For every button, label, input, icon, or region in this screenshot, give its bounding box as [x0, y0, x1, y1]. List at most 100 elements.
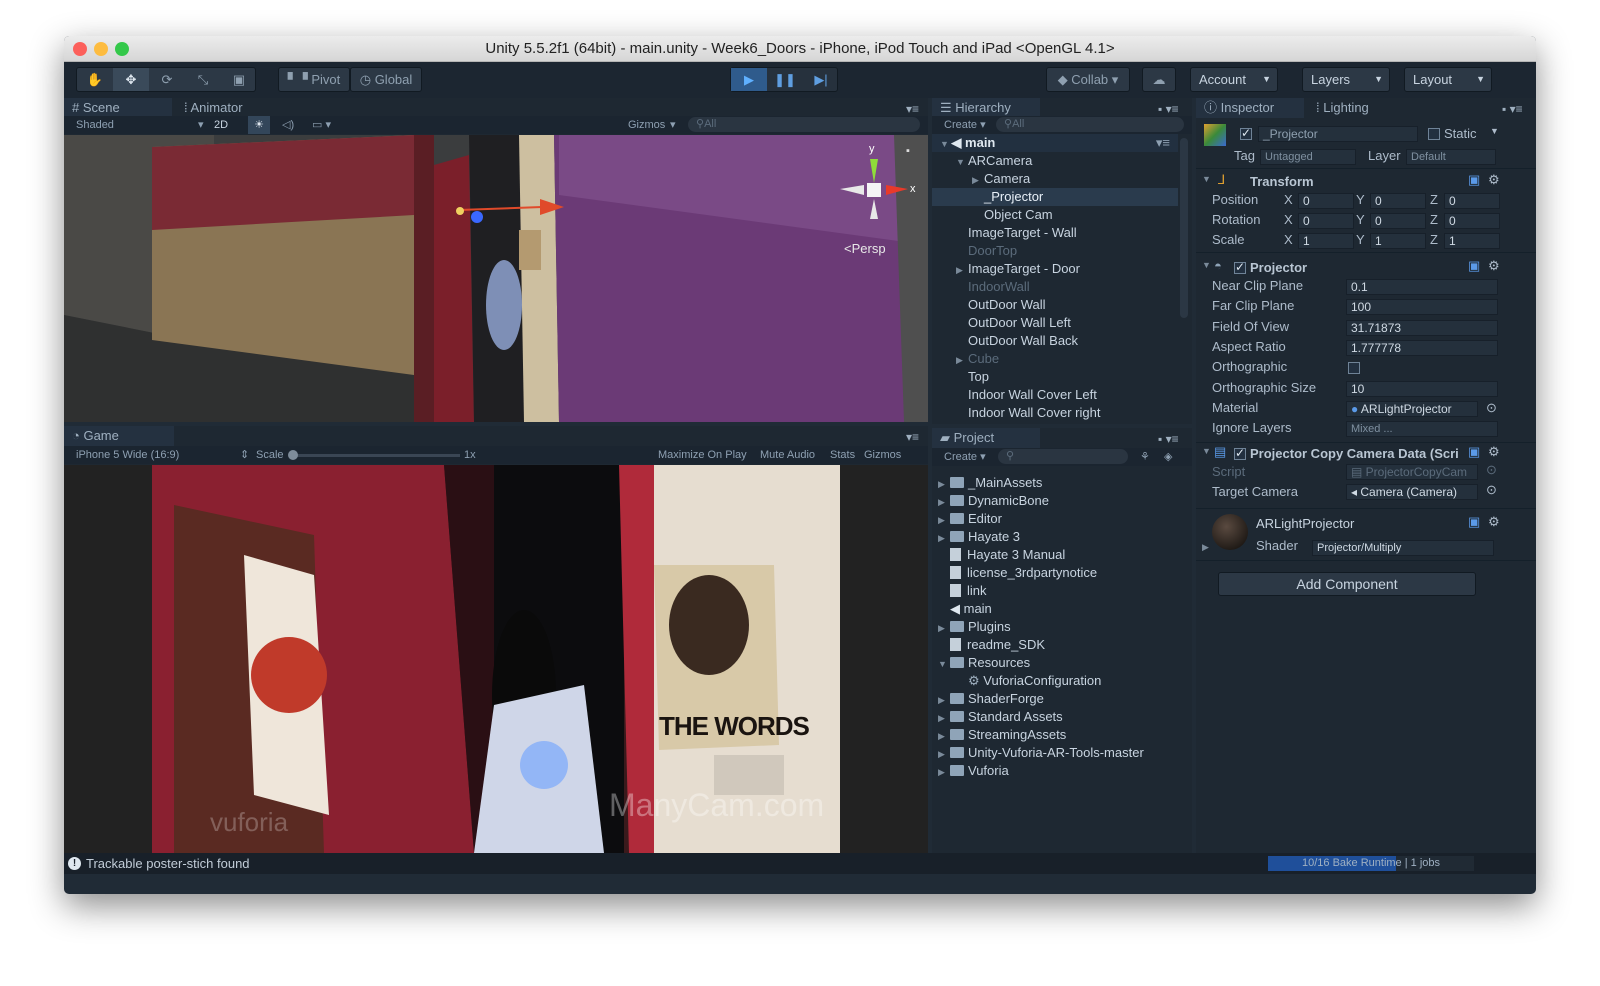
hierarchy-item[interactable]: ▶ Camera	[932, 170, 1178, 188]
project-item[interactable]: ▶ Vuforia	[932, 762, 1009, 780]
gear-icon[interactable]: ⚙	[1488, 172, 1500, 188]
projector-field-input[interactable]: Mixed ...	[1346, 421, 1498, 438]
hierarchy-scrollbar[interactable]	[1180, 138, 1188, 318]
transform-position-x-field[interactable]: 0	[1298, 193, 1354, 209]
scene-viewport[interactable]: y x <Persp ▪	[64, 135, 928, 422]
chevron-right-icon[interactable]: ▶	[956, 261, 968, 279]
chevron-right-icon[interactable]: ▶	[956, 351, 968, 369]
hierarchy-item[interactable]: Indoor Wall Cover Left	[932, 386, 1178, 404]
hierarchy-item[interactable]: ▶ Cube	[932, 350, 1178, 368]
help-icon[interactable]: ▣	[1468, 172, 1480, 188]
project-item[interactable]: ▶ Unity-Vuforia-AR-Tools-master	[932, 744, 1144, 762]
lock-icon[interactable]: ▪	[906, 145, 910, 157]
tab-hierarchy[interactable]: ☰ Hierarchy	[932, 98, 1040, 118]
chevron-down-icon[interactable]: ▼	[956, 153, 968, 171]
chevron-right-icon[interactable]: ▶	[972, 171, 984, 189]
scene-search[interactable]: ⚲All	[688, 117, 920, 132]
gear-icon[interactable]: ⚙	[1488, 444, 1500, 460]
orthographic-checkbox[interactable]	[1348, 362, 1360, 375]
transform-rotation-z-field[interactable]: 0	[1444, 213, 1500, 229]
hierarchy-item[interactable]: Object Cam	[932, 206, 1178, 224]
chevron-right-icon[interactable]: ▶	[938, 511, 950, 529]
project-item[interactable]: ▶ Plugins	[932, 618, 1011, 636]
chevron-right-icon[interactable]: ▶	[1202, 542, 1209, 553]
hierarchy-item[interactable]: ImageTarget - Wall	[932, 224, 1178, 242]
layout-dropdown[interactable]: Layout ▼	[1404, 67, 1492, 92]
close-icon[interactable]	[73, 42, 87, 56]
projector-enabled-checkbox[interactable]	[1234, 260, 1246, 274]
lock-icon[interactable]: ▪ ▾≡	[1158, 102, 1179, 116]
help-icon[interactable]: ▣	[1468, 444, 1480, 460]
tab-lighting[interactable]: ⁞ Lighting	[1308, 98, 1408, 118]
hierarchy-item[interactable]: OutDoor Wall Back	[932, 332, 1178, 350]
hierarchy-item[interactable]: DoorTop	[932, 242, 1178, 260]
chevron-right-icon[interactable]: ▶	[938, 727, 950, 745]
project-item[interactable]: ▶ _MainAssets	[932, 474, 1042, 492]
material-picker-icon[interactable]: ⊙	[1486, 400, 1497, 416]
chevron-right-icon[interactable]: ▶	[938, 475, 950, 493]
project-item[interactable]: ▶ DynamicBone	[932, 492, 1049, 510]
target-picker-icon[interactable]: ⊙	[1486, 462, 1497, 478]
project-item[interactable]: ▶ StreamingAssets	[932, 726, 1066, 744]
scene-menu-icon[interactable]: ▾≡	[1156, 134, 1170, 152]
project-create-button[interactable]: Create ▾	[944, 448, 986, 466]
lock-icon[interactable]: ▪ ▾≡	[1502, 102, 1523, 116]
cloud-button[interactable]: ☁	[1142, 67, 1176, 92]
game-viewport[interactable]: THE WORDS ManyCam.com vuforia	[64, 465, 928, 853]
project-item[interactable]: license_3rdpartynotice	[932, 564, 1097, 582]
filter-type-icon[interactable]: ⚘	[1140, 448, 1150, 466]
add-component-button[interactable]: Add Component	[1218, 572, 1476, 596]
maximize-on-play-toggle[interactable]: Maximize On Play	[658, 446, 747, 464]
project-item[interactable]: ◀ main	[932, 600, 992, 618]
gear-icon[interactable]: ⚙	[1488, 258, 1500, 274]
object-name-field[interactable]: _Projector	[1258, 126, 1418, 142]
transform-position-z-field[interactable]: 0	[1444, 193, 1500, 209]
project-item[interactable]: ▶ ShaderForge	[932, 690, 1044, 708]
shader-dropdown[interactable]: Projector/Multiply	[1312, 540, 1494, 556]
hierarchy-create-button[interactable]: Create ▾	[944, 116, 986, 134]
transform-rotation-y-field[interactable]: 0	[1370, 213, 1426, 229]
chevron-right-icon[interactable]: ▶	[938, 529, 950, 547]
project-item[interactable]: ▶ Editor	[932, 510, 1002, 528]
tab-inspector[interactable]: ⓘ Inspector	[1196, 98, 1304, 118]
help-icon[interactable]: ▣	[1468, 258, 1480, 274]
project-item[interactable]: readme_SDK	[932, 636, 1045, 654]
transform-position-y-field[interactable]: 0	[1370, 193, 1426, 209]
chevron-right-icon[interactable]: ▶	[938, 619, 950, 637]
projector-field-input[interactable]: 1.777778	[1346, 339, 1498, 356]
zoom-icon[interactable]	[115, 42, 129, 56]
copycam-header[interactable]: Projector Copy Camera Data (Scri	[1250, 446, 1464, 461]
projector-field-input[interactable]: 0.1	[1346, 279, 1498, 295]
hand-icon[interactable]: ✋	[77, 68, 113, 91]
hierarchy-item[interactable]: OutDoor Wall Left	[932, 314, 1178, 332]
pause-icon[interactable]: ❚❚	[767, 68, 803, 91]
panel-menu-icon[interactable]: ▾≡	[906, 430, 919, 444]
tab-game[interactable]: ◔ Game	[64, 426, 174, 446]
mode-2d-toggle[interactable]: 2D	[214, 116, 228, 134]
collab-button[interactable]: ◆ Collab ▾	[1046, 67, 1130, 92]
scene-gizmo[interactable]: y x <Persp	[834, 143, 924, 263]
scene-root-row[interactable]: ▼ ◀ main ▾≡	[932, 134, 1178, 152]
tag-dropdown[interactable]: Untagged	[1260, 149, 1356, 165]
projector-field-input[interactable]: 31.71873	[1346, 319, 1498, 336]
rotate-icon[interactable]: ⟳	[149, 68, 185, 91]
chevron-right-icon[interactable]: ▶	[938, 763, 950, 781]
move-icon[interactable]: ✥	[113, 68, 149, 91]
layer-dropdown[interactable]: Default	[1406, 149, 1496, 165]
tab-animator[interactable]: ⁞ Animator	[176, 98, 276, 118]
rect-icon[interactable]: ▣	[221, 68, 257, 91]
static-checkbox[interactable]	[1428, 128, 1440, 140]
help-icon[interactable]: ▣	[1468, 514, 1480, 530]
stats-toggle[interactable]: Stats	[830, 446, 855, 464]
play-icon[interactable]: ▶	[731, 68, 767, 91]
chevron-down-icon[interactable]: ▼	[1490, 126, 1499, 136]
gizmos-dropdown[interactable]: Gizmos	[628, 116, 665, 134]
chevron-right-icon[interactable]: ▶	[938, 493, 950, 511]
hierarchy-item[interactable]: IndoorWall	[932, 278, 1178, 296]
project-item[interactable]: Hayate 3 Manual	[932, 546, 1065, 564]
scale-slider[interactable]	[292, 454, 460, 457]
transform-scale-x-field[interactable]: 1	[1298, 233, 1354, 249]
projector-field-input[interactable]: 100	[1346, 299, 1498, 316]
transform-rotation-x-field[interactable]: 0	[1298, 213, 1354, 229]
hierarchy-item[interactable]: ▶ ImageTarget - Door	[932, 260, 1178, 278]
